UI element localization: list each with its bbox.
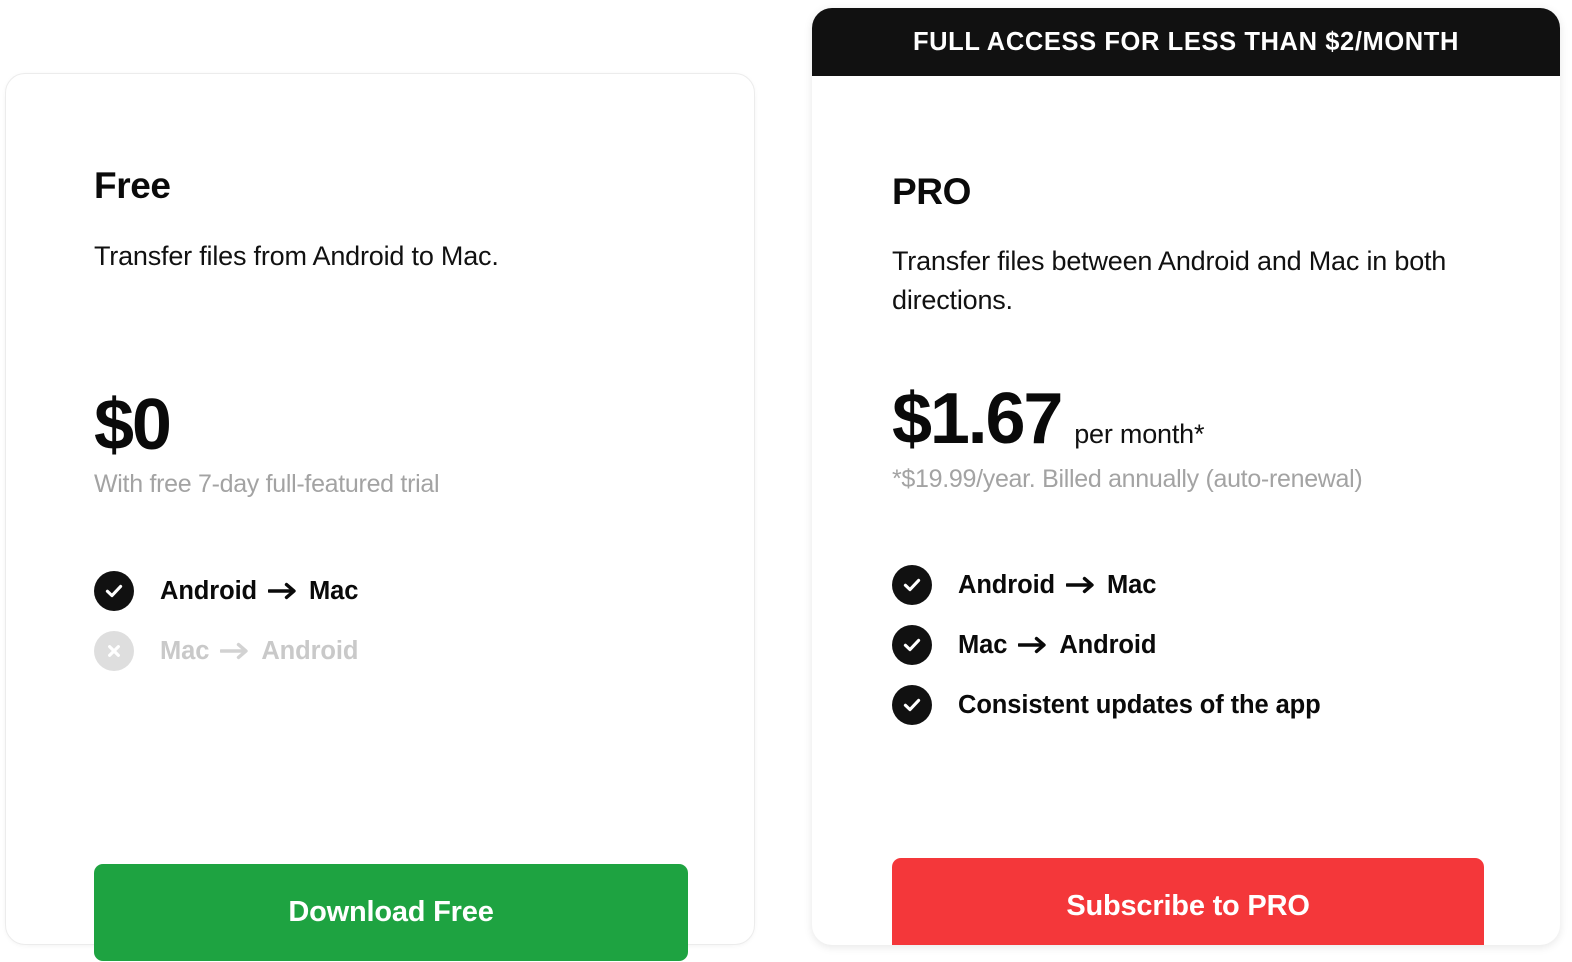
pro-plan-name: PRO [892, 171, 971, 212]
feature-source: Android [160, 576, 258, 605]
free-card-content: Free Transfer files from Android to Mac.… [6, 74, 754, 961]
free-feature-list: Android Mac Mac Android [94, 561, 358, 681]
feature-label: Mac Android [160, 637, 358, 666]
feature-item: Android Mac [892, 555, 1321, 615]
feature-item: Mac Android [94, 621, 358, 681]
feature-label: Consistent updates of the app [958, 690, 1321, 719]
feature-source: Android [958, 570, 1056, 599]
feature-source: Mac [160, 636, 210, 665]
pro-feature-list: Android Mac Mac Android Consistent updat… [892, 555, 1321, 735]
free-price-row: $0 [94, 385, 172, 465]
feature-item: Consistent updates of the app [892, 675, 1321, 735]
arrow-right-icon [268, 582, 298, 600]
subscribe-to-pro-button[interactable]: Subscribe to PRO [892, 858, 1484, 945]
feature-label: Mac Android [958, 631, 1156, 660]
free-price-note: With free 7-day full-featured trial [94, 470, 440, 498]
check-icon [892, 565, 932, 605]
feature-target: Android [1059, 630, 1157, 659]
pro-card-content: PRO Transfer files between Android and M… [812, 76, 1560, 945]
pro-promo-banner-text: FULL ACCESS FOR LESS THAN $2/MONTH [912, 27, 1459, 56]
pro-price-row: $1.67 per month* [892, 383, 1204, 455]
arrow-right-icon [220, 642, 250, 660]
check-icon [892, 625, 932, 665]
feature-target: Mac [1107, 570, 1157, 599]
pricing-card-pro: FULL ACCESS FOR LESS THAN $2/MONTH PRO T… [812, 8, 1560, 945]
pro-plan-description: Transfer files between Android and Mac i… [892, 246, 1447, 316]
pro-price-amount: $1.67 [892, 379, 1063, 459]
pro-promo-banner: FULL ACCESS FOR LESS THAN $2/MONTH [812, 8, 1560, 76]
free-price-amount: $0 [94, 385, 172, 465]
feature-target: Android [261, 636, 359, 665]
feature-item: Android Mac [94, 561, 358, 621]
pricing-card-free: Free Transfer files from Android to Mac.… [5, 73, 755, 961]
check-icon [892, 685, 932, 725]
free-plan-description: Transfer files from Android to Mac. [94, 241, 499, 271]
pro-price-note: *$19.99/year. Billed annually (auto-rene… [892, 465, 1363, 493]
feature-item: Mac Android [892, 615, 1321, 675]
cross-icon [94, 631, 134, 671]
feature-target: Mac [309, 576, 359, 605]
check-icon [94, 571, 134, 611]
pricing-comparison: Free Transfer files from Android to Mac.… [0, 0, 1572, 962]
feature-label: Android Mac [160, 577, 358, 606]
free-plan-name: Free [94, 165, 171, 206]
arrow-right-icon [1018, 636, 1048, 654]
pro-price-period: per month* [1074, 419, 1205, 449]
download-free-button[interactable]: Download Free [94, 864, 688, 961]
feature-source: Mac [958, 630, 1008, 659]
feature-label: Android Mac [958, 571, 1156, 600]
arrow-right-icon [1066, 576, 1096, 594]
